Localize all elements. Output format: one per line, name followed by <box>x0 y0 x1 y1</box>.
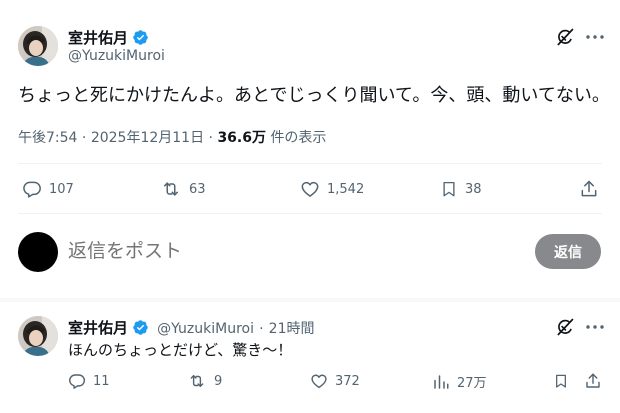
like-icon <box>311 374 327 389</box>
reply-time[interactable]: 21時間 <box>269 321 315 337</box>
meta-separator: · <box>208 130 213 146</box>
reply-like-button[interactable]: 372 <box>310 372 360 390</box>
share-icon[interactable] <box>583 371 603 391</box>
verified-badge-icon <box>132 29 149 50</box>
repost-icon <box>190 375 204 387</box>
post-time[interactable]: 午後7:54 <box>18 130 77 146</box>
reply-reply-button[interactable]: 11 <box>68 372 110 390</box>
reply-like-count: 372 <box>335 373 360 389</box>
like-icon <box>301 181 319 197</box>
meta-separator: · <box>259 321 264 337</box>
bookmark-icon <box>443 181 455 197</box>
repost-button[interactable]: 63 <box>160 179 206 199</box>
grok-icon[interactable] <box>554 316 576 338</box>
reply-author-handle[interactable]: @YuzukiMuroi <box>157 321 254 337</box>
post-meta: 午後7:54 · 2025年12月11日 · 36.6万 件の表示 <box>18 127 326 147</box>
grok-icon[interactable] <box>554 26 576 48</box>
reply-icon <box>69 374 86 389</box>
avatar-photo <box>18 316 58 356</box>
divider <box>0 298 620 302</box>
reply-submit-button[interactable]: 返信 <box>535 234 601 269</box>
reply-text: ほんのちょっとだけど、驚き〜！ <box>68 341 293 359</box>
reply-repost-count: 9 <box>214 373 223 389</box>
repost-count: 63 <box>189 181 206 197</box>
author-name[interactable]: 室井佑月 <box>68 29 128 47</box>
views-icon <box>434 374 449 389</box>
reply-icon <box>23 181 41 198</box>
post-date[interactable]: 2025年12月11日 <box>91 130 204 146</box>
bookmark-count: 38 <box>465 181 482 197</box>
more-icon[interactable] <box>584 317 606 337</box>
verified-badge-icon <box>132 319 149 340</box>
reply-avatar[interactable] <box>18 316 58 356</box>
like-count: 1,542 <box>327 181 365 197</box>
reply-views-button[interactable]: 27万 <box>432 372 487 391</box>
more-icon[interactable] <box>584 27 606 47</box>
divider <box>18 213 602 214</box>
bookmark-icon[interactable] <box>551 371 571 391</box>
reply-input[interactable] <box>68 236 508 266</box>
reply-button[interactable]: 107 <box>22 179 74 199</box>
like-button[interactable]: 1,542 <box>300 179 364 199</box>
reply-views-count: 27万 <box>457 376 487 391</box>
meta-separator: · <box>81 130 87 146</box>
composer-avatar <box>18 232 58 272</box>
bookmark-button[interactable]: 38 <box>440 179 482 199</box>
avatar[interactable] <box>18 26 58 66</box>
author-handle[interactable]: @YuzukiMuroi <box>68 48 165 64</box>
share-icon[interactable] <box>578 178 600 200</box>
reply-reply-count: 11 <box>93 373 110 389</box>
reply-repost-button[interactable]: 9 <box>187 372 222 390</box>
repost-icon <box>164 182 178 196</box>
view-count: 36.6万 <box>217 130 266 146</box>
reply-author-name[interactable]: 室井佑月 <box>68 319 128 337</box>
post-text: ちょっと死にかけたんよ。あとでじっくり聞いて。今、頭、動いてない。 <box>18 85 610 106</box>
avatar-photo <box>18 26 58 66</box>
view-count-label: 件の表示 <box>270 130 327 146</box>
divider <box>18 163 602 164</box>
reply-count: 107 <box>49 181 74 197</box>
